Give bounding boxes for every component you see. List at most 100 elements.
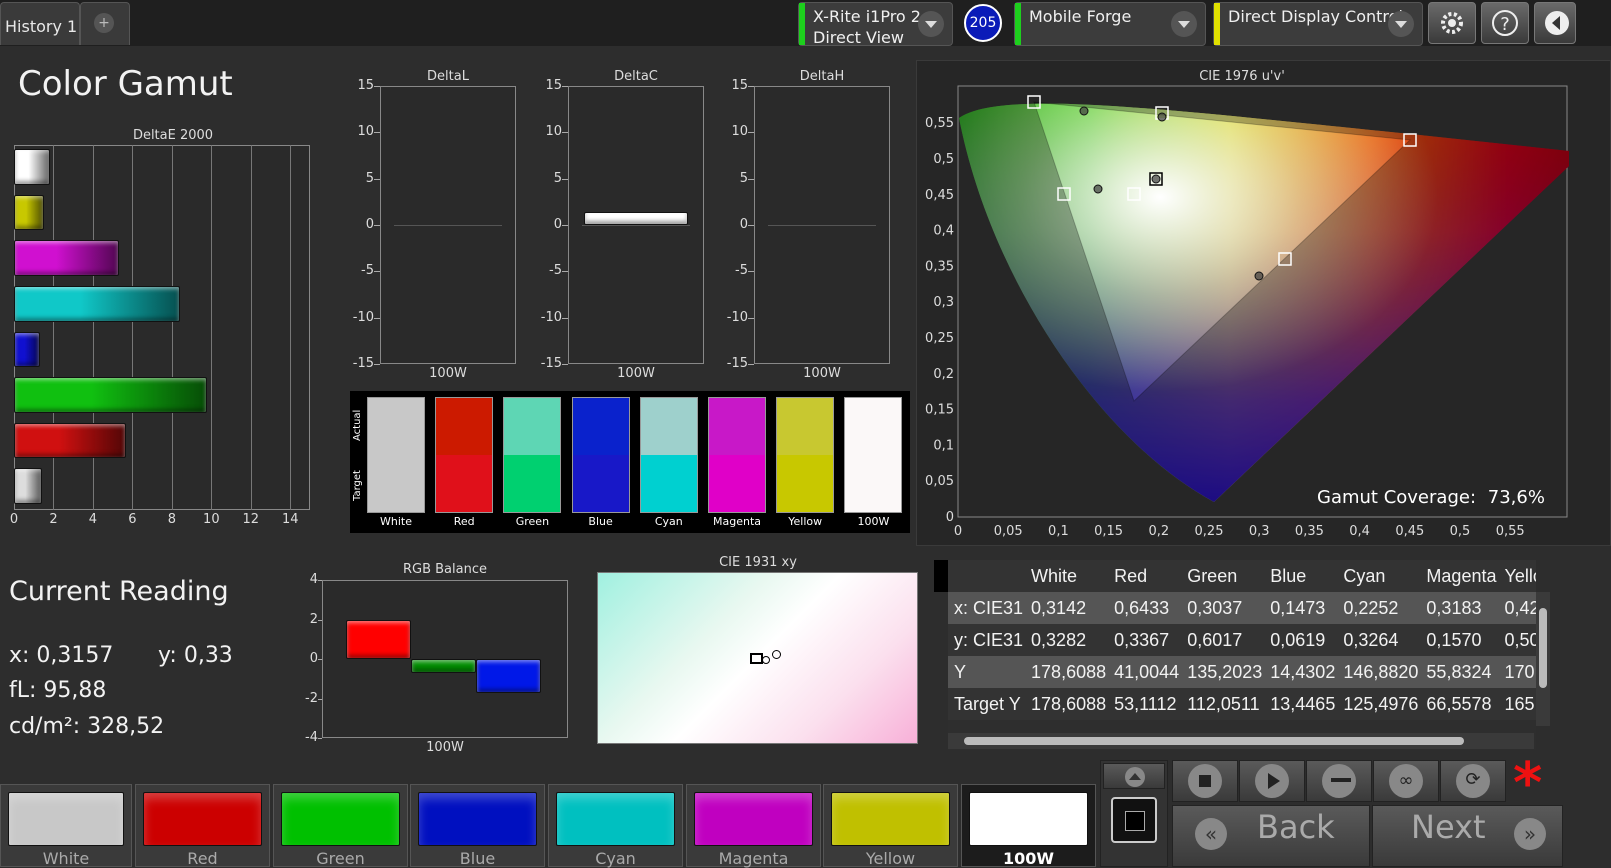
pattern-size-control [1100, 760, 1168, 867]
deltae-bar-red [14, 422, 127, 459]
svg-text:«: « [1205, 822, 1217, 846]
continuous-button[interactable]: ∞ [1373, 760, 1439, 802]
patch-button-blue[interactable]: Blue [410, 784, 545, 868]
refresh-button[interactable]: ⟳ [1440, 760, 1506, 802]
rgb-tick-label: 4 [309, 572, 318, 587]
svg-text:?: ? [1500, 14, 1510, 35]
rgb-tick-mark [318, 619, 322, 621]
deltae-bar-yellow [14, 194, 44, 231]
next-button[interactable]: Next » [1372, 805, 1563, 867]
delta-tick-label: 15 [545, 78, 562, 93]
cie1931-title: CIE 1931 xy [719, 555, 797, 570]
patch-button-white[interactable]: White [0, 784, 132, 868]
refresh-icon: ⟳ [1456, 764, 1490, 798]
display-control-select[interactable]: Direct Display Control [1213, 2, 1423, 46]
scroll-thumb[interactable] [964, 737, 1464, 745]
delta-tick-mark [748, 225, 754, 226]
patch-swatch [556, 792, 675, 846]
delta-tick-label: -10 [540, 309, 562, 325]
history-tab[interactable]: History 1 [0, 2, 80, 45]
table-cell: 178,6088 [1031, 693, 1107, 714]
delta-tick-label: 0 [365, 217, 374, 232]
cie1976-x-tick: 0,3 [1249, 524, 1270, 539]
delta-x-label: 100W [617, 366, 655, 381]
table-cell: 41,0044 [1114, 661, 1180, 682]
table-cell: 0,3367 [1114, 629, 1170, 650]
delta-x-label: 100W [429, 366, 467, 381]
window-size-icon[interactable] [1111, 797, 1157, 843]
cie1976-x-tick: 0,5 [1450, 524, 1471, 539]
single-read-icon [1322, 764, 1356, 798]
table-cell: 125,4976 [1343, 693, 1419, 714]
cie1976-y-tick: 0,1 [933, 438, 954, 453]
delta-tick-mark [374, 86, 380, 87]
table-cell: 0,2252 [1343, 597, 1399, 618]
pattern-generator-label: Mobile Forge [1029, 7, 1132, 26]
table-cell: x: CIE31 [954, 597, 1024, 618]
table-header-cell [948, 560, 1025, 592]
swatch-label: Blue [588, 515, 613, 528]
cie1976-y-tick: 0,5 [933, 152, 954, 167]
delta-tick-mark [374, 317, 380, 319]
cie1976-x-tick: 0,05 [994, 524, 1023, 539]
table-cell: 0,3183 [1426, 597, 1482, 618]
delta-tick-label: 15 [731, 78, 748, 93]
patch-button-green[interactable]: Green [273, 784, 408, 868]
patch-button-label: Red [187, 849, 218, 868]
measure-once-button[interactable] [1306, 760, 1372, 802]
delta-tick-mark [562, 317, 568, 319]
patch-button-red[interactable]: Red [135, 784, 270, 868]
table-cell: 0,1473 [1270, 597, 1326, 618]
patch-swatch [8, 792, 124, 846]
cie1976-y-tick: 0,3 [933, 295, 954, 310]
table-header-cell: White [1031, 565, 1078, 586]
delta-tick-mark [562, 178, 568, 180]
deltae-bar-cyan [14, 285, 180, 322]
reading-x: x: 0,3157 [9, 643, 114, 668]
table-header-cell: Blue [1270, 565, 1307, 586]
readings-table: WhiteRedGreenBlueCyanMagentaYellow10x: C… [948, 560, 1536, 750]
patch-button-100w[interactable]: 100W [961, 784, 1096, 868]
table-cell: 0,3264 [1343, 629, 1399, 650]
delta-tick-mark [562, 225, 568, 226]
cie1976-y-tick: 0,05 [925, 474, 954, 489]
size-up-button[interactable] [1103, 763, 1165, 789]
deltae-bar-magenta [14, 240, 119, 276]
deltae-gridline [250, 145, 252, 510]
scroll-thumb[interactable] [1539, 608, 1547, 688]
collapse-button[interactable] [1534, 2, 1576, 44]
play-button[interactable] [1239, 760, 1305, 802]
help-button[interactable]: ? [1481, 2, 1529, 44]
cie1976-x-tick: 0,2 [1148, 524, 1169, 539]
stop-button[interactable] [1172, 760, 1238, 802]
options-star-button[interactable]: * [1507, 756, 1563, 812]
horizontal-scrollbar[interactable] [948, 733, 1534, 749]
cie1976-x-tick: 0,55 [1496, 524, 1525, 539]
deltae-gridline [171, 145, 173, 510]
delta-bar [584, 212, 688, 225]
actual-label: Actual [352, 409, 363, 441]
delta-tick-label: 10 [545, 124, 562, 140]
settings-button[interactable] [1428, 2, 1476, 44]
back-button[interactable]: « Back [1172, 805, 1370, 867]
top-bar: History 1 + X-Rite i1Pro 2 Direct View 2… [0, 0, 1611, 47]
pattern-generator-select[interactable]: Mobile Forge [1014, 2, 1206, 46]
rgb-tick-label: -2 [305, 690, 318, 706]
delta-tick-label: -10 [726, 309, 748, 325]
table-cell: 55,8324 [1426, 661, 1492, 682]
vertical-scrollbar[interactable] [1536, 592, 1550, 726]
swatch-target [436, 455, 493, 512]
delta-tick-mark [374, 271, 380, 273]
table-cell: 178,6088 [1031, 661, 1107, 682]
patch-button-magenta[interactable]: Magenta [686, 784, 821, 868]
add-tab-button[interactable]: + [80, 2, 130, 45]
patch-button-yellow[interactable]: Yellow [823, 784, 958, 868]
history-tab-label: History 1 [5, 17, 78, 36]
reading-fl: fL: 95,88 [9, 678, 107, 703]
rgb-balance-chart: 4 2 0 -2 -4 100W [300, 572, 572, 756]
meter-select[interactable]: X-Rite i1Pro 2 Direct View [798, 2, 953, 47]
swatch-label: Red [453, 515, 475, 528]
delta-tick-mark [748, 86, 754, 87]
swatch-target [845, 455, 902, 512]
patch-button-cyan[interactable]: Cyan [548, 784, 683, 868]
